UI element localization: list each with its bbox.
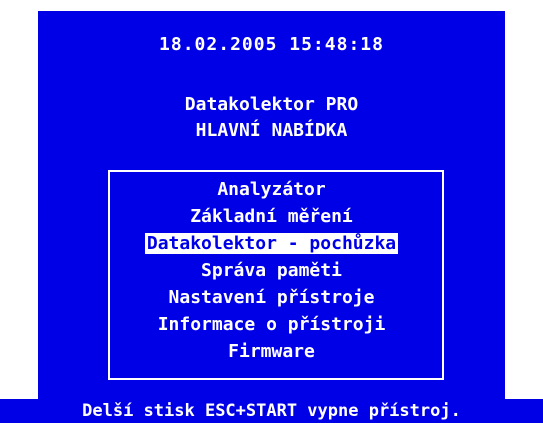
menu-item-label: Analyzátor xyxy=(217,179,326,200)
device-screen: 18.02.2005 15:48:18 Datakolektor PRO HLA… xyxy=(0,0,543,423)
menu-item-label: Datakolektor - pochůzka xyxy=(144,233,399,254)
menu-item-sprava-pameti[interactable]: Správa paměti xyxy=(0,259,543,283)
menu-title: HLAVNÍ NABÍDKA xyxy=(195,120,348,141)
menu-item-label: Informace o přístroji xyxy=(157,314,386,335)
menu-item-label: Správa paměti xyxy=(201,260,342,281)
menu-item-informace-o-pristroji[interactable]: Informace o přístroji xyxy=(0,313,543,337)
menu-item-label: Nastavení přístroje xyxy=(168,287,375,308)
menu-item-analyzator[interactable]: Analyzátor xyxy=(0,178,543,202)
datetime-display: 18.02.2005 15:48:18 xyxy=(159,34,384,55)
status-bar: Delší stisk ESC+START vypne přístroj. xyxy=(0,399,543,423)
menu-item-label: Firmware xyxy=(228,341,315,362)
menu-item-zakladni-mereni[interactable]: Základní měření xyxy=(0,205,543,229)
menu-item-datakolektor-pochuzka[interactable]: Datakolektor - pochůzka xyxy=(0,232,543,256)
menu-item-label: Základní měření xyxy=(190,206,353,227)
app-title: Datakolektor PRO xyxy=(184,94,359,115)
menu-item-nastaveni-pristroje[interactable]: Nastavení přístroje xyxy=(0,286,543,310)
menu-item-firmware[interactable]: Firmware xyxy=(0,340,543,364)
